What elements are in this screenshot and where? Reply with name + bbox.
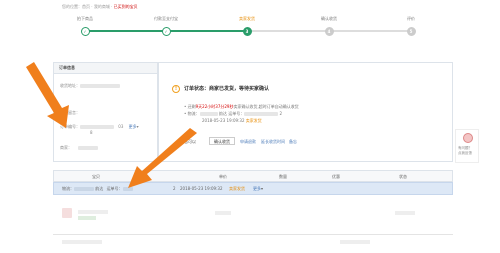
annotation-arrows (26, 62, 197, 188)
annotation-arrow-left (26, 62, 69, 128)
annotation-arrow-center (128, 128, 197, 188)
